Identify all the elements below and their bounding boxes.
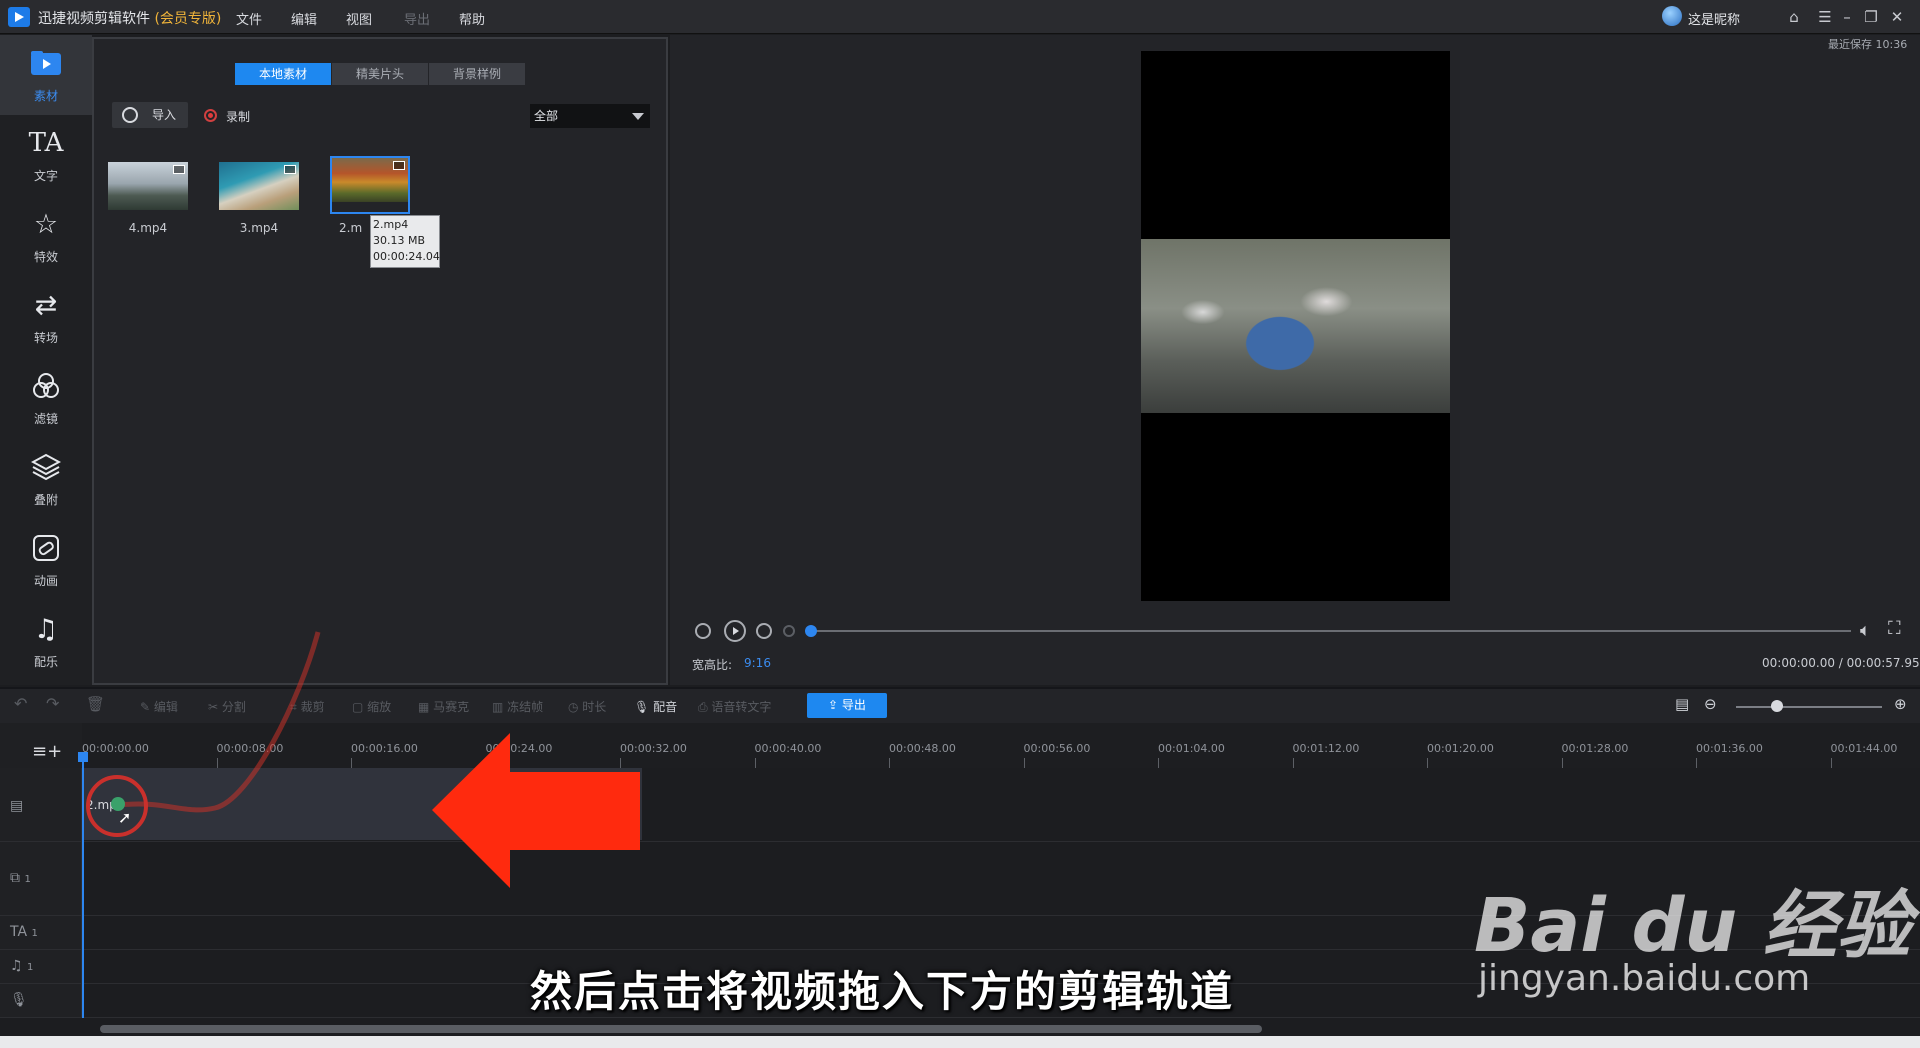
drag-trail xyxy=(119,631,321,813)
red-arrow xyxy=(432,733,640,888)
baidu-watermark-url: jingyan.baidu.com xyxy=(1478,958,1811,999)
baidu-watermark: Bai du 经验 xyxy=(1474,883,1911,969)
tutorial-caption: 然后点击将视频拖入下方的剪辑轨道 xyxy=(530,967,1235,1016)
cursor-icon: ➚ xyxy=(118,808,132,827)
